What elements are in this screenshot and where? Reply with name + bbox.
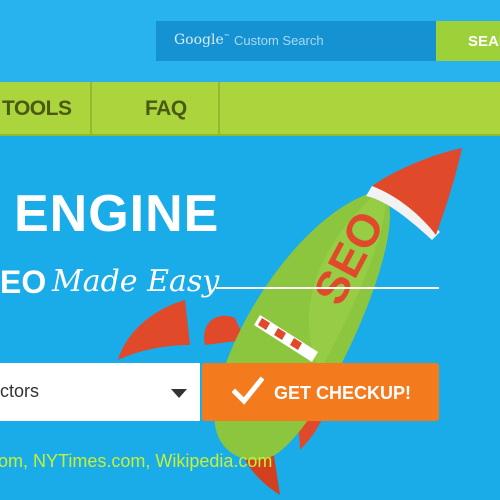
rocket-fin-left bbox=[118, 300, 190, 360]
example-sites-text: om, NYTimes.com, Wikipedia.com bbox=[0, 451, 273, 471]
factor-select[interactable]: ctors bbox=[0, 363, 200, 421]
caret-down-icon bbox=[171, 389, 187, 398]
hero-headline: ENGINE bbox=[14, 185, 220, 243]
tagline-underline bbox=[216, 287, 439, 289]
checkmark-icon bbox=[232, 376, 264, 405]
select-value: ctors bbox=[0, 381, 40, 401]
hero-tagline-script: Made Easy bbox=[52, 264, 220, 299]
get-checkup-button[interactable]: GET CHECKUP! bbox=[202, 363, 439, 421]
rocket-illustration: SEO bbox=[118, 148, 462, 495]
get-checkup-label: GET CHECKUP! bbox=[274, 383, 412, 403]
hero-tagline-bold: EO bbox=[0, 264, 47, 300]
